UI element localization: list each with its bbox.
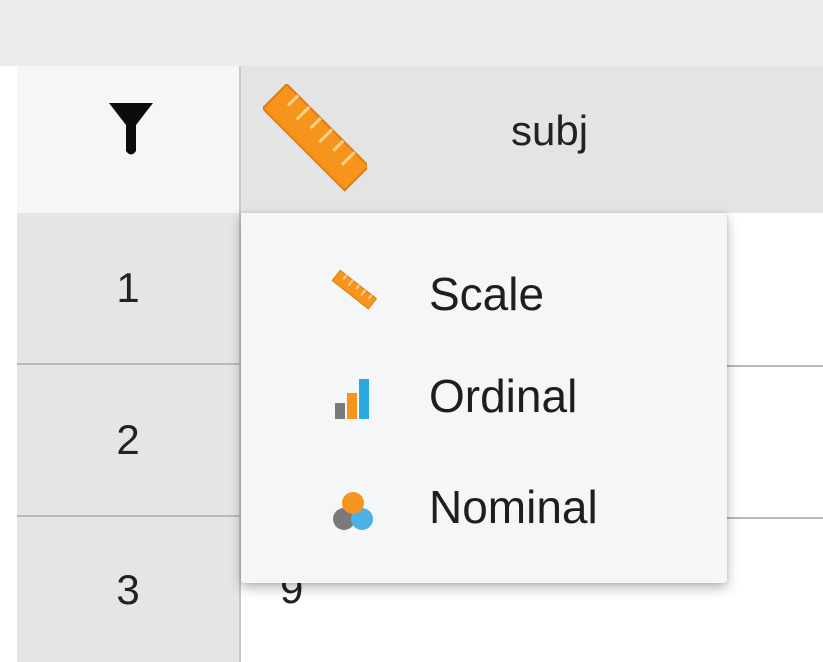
column-name: subj [511,107,589,154]
filter-icon[interactable] [109,103,153,157]
menu-item-label: Scale [429,268,545,320]
row-number-2[interactable]: 2 [17,365,241,517]
scale-icon [331,269,378,310]
ordinal-icon [335,379,369,419]
menu-item-label: Nominal [429,481,598,533]
scale-ruler-icon[interactable] [263,84,367,192]
menu-item-scale[interactable]: Scale [241,241,727,341]
toolbar-strip [0,0,823,66]
row-number-1[interactable]: 1 [17,213,241,365]
row-number-3[interactable]: 3 [17,517,241,662]
menu-item-label: Ordinal [429,370,578,422]
column-header-subj[interactable]: subj [241,66,823,213]
measure-type-menu: Scale Ordinal Nominal [241,213,727,583]
filter-header-cell[interactable] [17,66,241,213]
menu-item-ordinal[interactable]: Ordinal [241,351,727,451]
menu-item-nominal[interactable]: Nominal [241,461,727,561]
nominal-icon [333,492,373,530]
